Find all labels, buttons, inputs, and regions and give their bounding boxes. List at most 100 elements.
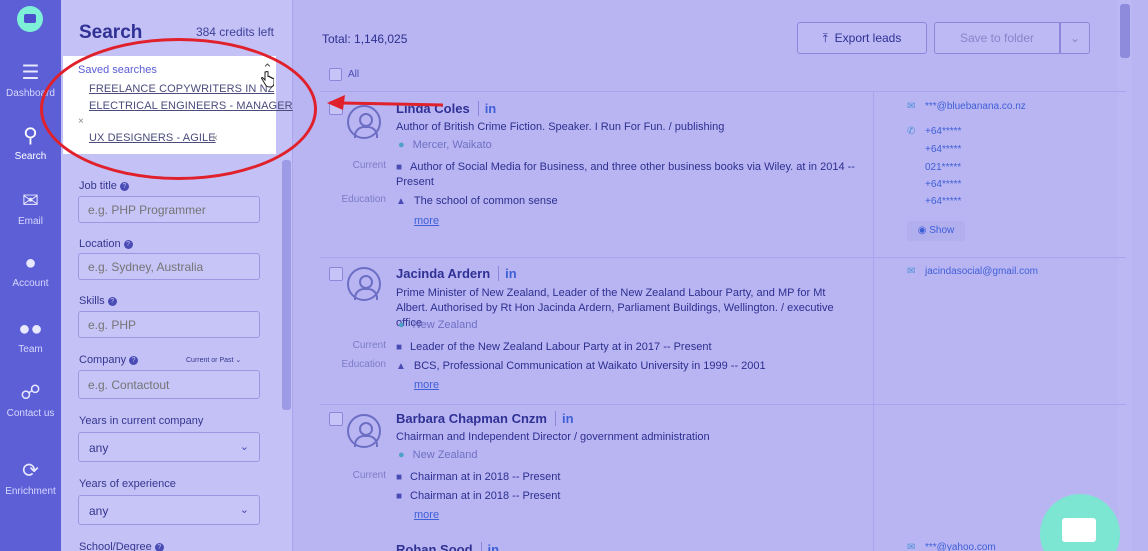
result-location: ● New Zealand xyxy=(398,449,478,461)
phone-value[interactable]: +64***** xyxy=(907,196,961,207)
education-tag: Education xyxy=(341,359,386,370)
rail-item-label: Account xyxy=(12,278,49,289)
email-value[interactable]: ✉ ***@bluebanana.co.nz xyxy=(907,101,1026,112)
envelope-icon: ✉ xyxy=(22,190,39,212)
results-scrollbar-thumb[interactable] xyxy=(1120,4,1130,58)
help-icon[interactable]: ? xyxy=(107,296,117,306)
phone-value[interactable]: +64***** xyxy=(907,179,961,190)
show-button[interactable]: ◉ Show xyxy=(907,221,965,241)
phone-icon: ✆ xyxy=(907,126,916,137)
skills-input[interactable] xyxy=(78,311,260,338)
panel-scrollbar[interactable] xyxy=(282,160,291,410)
app-logo[interactable] xyxy=(17,6,43,32)
select-all-checkbox[interactable] xyxy=(329,68,342,81)
result-current: ■ Chairman at in 2018 -- Present xyxy=(396,471,561,483)
save-dropdown-button[interactable]: ⌄ xyxy=(1060,22,1090,54)
result-location: ● Mercer, Waikato xyxy=(398,139,492,151)
rail-item-label: Team xyxy=(18,344,43,355)
result-education: ▲ The school of common sense xyxy=(396,195,558,207)
years-company-label: Years in current company xyxy=(79,415,204,427)
eye-icon: ◉ xyxy=(917,225,927,236)
export-leads-button[interactable]: ⤒ Export leads xyxy=(797,22,927,54)
help-icon[interactable]: ? xyxy=(119,181,129,191)
chevron-down-icon: ⌄ xyxy=(239,504,249,516)
select-all-label: All xyxy=(348,69,360,81)
more-link[interactable]: more xyxy=(414,509,439,521)
rail-item-label: Contact us xyxy=(6,408,55,419)
rail-item-enrichment[interactable]: ⟳ Enrichment xyxy=(0,460,61,497)
linkedin-icon[interactable]: in xyxy=(480,542,500,551)
chevron-down-icon: ⌄ xyxy=(239,441,249,453)
result-checkbox[interactable] xyxy=(329,412,343,426)
company-input[interactable] xyxy=(78,370,260,399)
result-location: ● New Zealand xyxy=(398,319,478,331)
avatar xyxy=(347,267,381,301)
more-link[interactable]: more xyxy=(414,379,439,391)
education-tag: Education xyxy=(341,194,386,205)
current-tag: Current xyxy=(352,470,386,481)
rail-item-label: Email xyxy=(17,216,43,227)
select-value: any xyxy=(89,504,109,518)
current-tag: Current xyxy=(352,340,386,351)
chevron-down-icon: ⌄ xyxy=(1069,31,1081,45)
location-pin-icon: ● xyxy=(398,449,405,461)
divider xyxy=(320,404,1126,405)
location-pin-icon: ● xyxy=(398,319,405,331)
result-current: ■ Author of Social Media for Business, an… xyxy=(396,161,855,188)
linkedin-icon[interactable]: in xyxy=(554,411,574,426)
job-title-label: Job title? xyxy=(79,180,129,192)
result-checkbox[interactable] xyxy=(329,267,343,281)
user-icon: ● xyxy=(24,252,37,274)
company-label: Company? xyxy=(79,354,139,366)
rail-item-label: Search xyxy=(14,151,47,162)
company-qualifier-select[interactable]: Current or Past ⌄ xyxy=(186,356,241,364)
envelope-icon: ✉ xyxy=(907,266,916,277)
export-leads-label: Export leads xyxy=(834,31,902,45)
result-name[interactable]: Barbara Chapman Cnzm in xyxy=(396,411,574,426)
location-pin-icon: ● xyxy=(398,139,405,151)
rail-item-label: Enrichment xyxy=(5,486,56,497)
result-headline: Author of British Crime Fiction. Speaker… xyxy=(396,121,725,133)
rail-item-team[interactable]: ●● Team xyxy=(0,318,61,355)
more-link[interactable]: more xyxy=(414,215,439,227)
years-experience-label: Years of experience xyxy=(79,478,176,490)
years-experience-select[interactable]: any ⌄ xyxy=(78,495,260,525)
location-input[interactable] xyxy=(78,253,260,280)
avatar xyxy=(347,414,381,448)
results-scrollbar-track[interactable] xyxy=(1118,0,1132,551)
results-total: Total: 1,146,025 xyxy=(322,32,408,46)
annotation-arrow xyxy=(327,95,444,110)
envelope-icon: ✉ xyxy=(907,542,916,551)
school-label: School/Degree? xyxy=(79,541,164,551)
divider xyxy=(873,91,874,551)
result-name[interactable]: Jacinda Ardern in xyxy=(396,266,517,281)
highlight-ellipse xyxy=(40,38,317,180)
graduation-cap-icon: ▲ xyxy=(396,361,406,372)
phone-value[interactable]: 021***** xyxy=(907,162,961,173)
phone-value[interactable]: +64***** xyxy=(907,144,961,155)
help-icon[interactable]: ? xyxy=(123,239,133,249)
current-tag: Current xyxy=(352,160,386,171)
phone-value[interactable]: ✆ +64***** xyxy=(907,126,961,137)
refresh-icon: ⟳ xyxy=(22,460,39,482)
result-name[interactable]: Rohan Sood in xyxy=(396,542,500,551)
result-current: ■ Chairman at in 2018 -- Present xyxy=(396,490,561,502)
result-education: ▲ BCS, Professional Communication at Waik… xyxy=(396,360,766,372)
email-value[interactable]: ✉ jacindasocial@gmail.com xyxy=(907,266,1038,277)
years-company-select[interactable]: any ⌄ xyxy=(78,432,260,462)
rail-item-account[interactable]: ● Account xyxy=(0,252,61,289)
panel-title: Search xyxy=(79,22,143,43)
graduation-cap-icon: ▲ xyxy=(396,196,406,207)
rail-item-contact-us[interactable]: ☍ Contact us xyxy=(0,382,61,419)
location-label: Location? xyxy=(79,238,133,250)
help-icon[interactable]: ? xyxy=(129,355,139,365)
job-title-input[interactable] xyxy=(78,196,260,223)
divider xyxy=(320,257,1126,258)
save-to-folder-button[interactable]: Save to folder xyxy=(934,22,1060,54)
linkedin-icon[interactable]: in xyxy=(498,266,517,281)
rail-item-email[interactable]: ✉ Email xyxy=(0,190,61,227)
help-icon[interactable]: ? xyxy=(154,542,164,551)
select-all[interactable]: All xyxy=(329,68,359,81)
linkedin-icon[interactable]: in xyxy=(477,101,497,116)
email-value[interactable]: ✉ ***@yahoo.com xyxy=(907,542,996,551)
